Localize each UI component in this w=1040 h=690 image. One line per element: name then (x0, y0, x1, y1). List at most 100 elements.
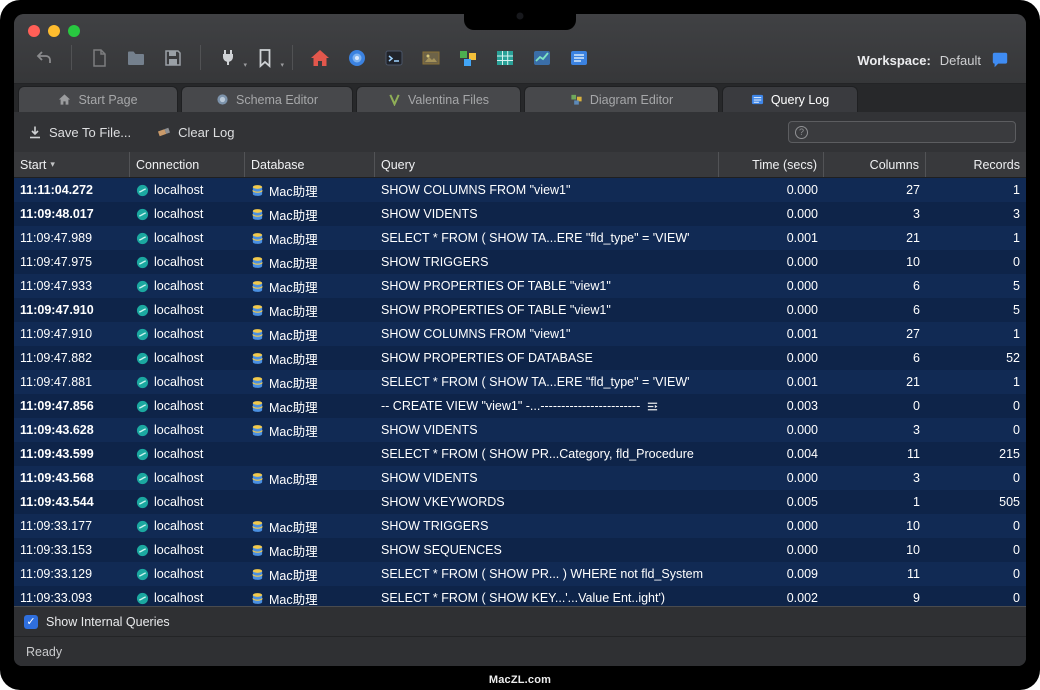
valentina-files-icon (388, 93, 401, 106)
search-input[interactable] (814, 124, 1009, 140)
chat-bubble-icon (991, 51, 1009, 69)
time-cell: 0.001 (719, 327, 824, 341)
database-cell: Mac助理 (245, 397, 375, 416)
columns-cell: 10 (824, 543, 926, 557)
query-log-row[interactable]: 11:09:33.153 localhost Mac助理 SHOW SEQUEN… (14, 538, 1026, 562)
connection-cell: localhost (130, 399, 245, 413)
column-header-start[interactable]: Start ▾ (14, 152, 130, 177)
connection-icon (136, 280, 149, 293)
database-icon (251, 400, 264, 413)
column-header-records[interactable]: Records (926, 152, 1026, 177)
query-log-row[interactable]: 11:11:04.272 localhost Mac助理 SHOW COLUMN… (14, 178, 1026, 202)
database-icon (251, 232, 264, 245)
search-help-icon: ? (795, 126, 808, 139)
query-log-row[interactable]: 11:09:43.599 localhost SELECT * FROM ( S… (14, 442, 1026, 466)
column-header-query[interactable]: Query (375, 152, 719, 177)
query-log-row[interactable]: 11:09:33.093 localhost Mac助理 SELECT * FR… (14, 586, 1026, 606)
bookmarks-button[interactable]: ▾ (253, 46, 277, 70)
database-cell: Mac助理 (245, 229, 375, 248)
query-log-row[interactable]: 11:09:47.910 localhost Mac助理 SHOW COLUMN… (14, 322, 1026, 346)
column-header-time[interactable]: Time (secs) (719, 152, 824, 177)
formatted-query-icon[interactable] (646, 400, 659, 413)
query-log-row[interactable]: 11:09:33.129 localhost Mac助理 SELECT * FR… (14, 562, 1026, 586)
tab-valentina-files[interactable]: Valentina Files (356, 86, 521, 112)
new-document-button[interactable] (87, 46, 111, 70)
connection-icon (136, 472, 149, 485)
connection-cell: localhost (130, 495, 245, 509)
start-page-button[interactable] (308, 46, 332, 70)
connection-icon (136, 184, 149, 197)
schema-editor-button[interactable] (345, 46, 369, 70)
query-cell: SHOW VIDENTS (375, 207, 719, 221)
reports-button[interactable] (530, 46, 554, 70)
clear-log-button[interactable]: Clear Log (157, 125, 234, 140)
query-log-row[interactable]: 11:09:48.017 localhost Mac助理 SHOW VIDENT… (14, 202, 1026, 226)
database-icon (251, 376, 264, 389)
records-cell: 5 (926, 279, 1026, 293)
show-internal-queries-label[interactable]: Show Internal Queries (46, 615, 170, 629)
database-icon (251, 568, 264, 581)
save-to-file-label: Save To File... (49, 125, 131, 140)
database-icon (251, 520, 264, 533)
database-cell: Mac助理 (245, 205, 375, 224)
time-cell: 0.002 (719, 591, 824, 605)
query-log-row[interactable]: 11:09:33.177 localhost Mac助理 SHOW TRIGGE… (14, 514, 1026, 538)
query-cell: SHOW PROPERTIES OF TABLE "view1" (375, 303, 719, 317)
column-header-database[interactable]: Database (245, 152, 375, 177)
records-cell: 5 (926, 303, 1026, 317)
query-log-row[interactable]: 11:09:47.881 localhost Mac助理 SELECT * FR… (14, 370, 1026, 394)
query-log-row[interactable]: 11:09:43.628 localhost Mac助理 SHOW VIDENT… (14, 418, 1026, 442)
query-log-row[interactable]: 11:09:47.933 localhost Mac助理 SHOW PROPER… (14, 274, 1026, 298)
sql-console-button[interactable] (382, 46, 406, 70)
open-folder-button[interactable] (124, 46, 148, 70)
feedback-button[interactable] (990, 50, 1010, 70)
tab-query-log[interactable]: Query Log (722, 86, 858, 112)
records-cell: 0 (926, 471, 1026, 485)
database-icon (251, 256, 264, 269)
bezel-brand-text: MacZL.com (0, 674, 1040, 686)
diagram-image-button[interactable] (419, 46, 443, 70)
query-log-row[interactable]: 11:09:47.989 localhost Mac助理 SELECT * FR… (14, 226, 1026, 250)
query-log-row[interactable]: 11:09:43.544 localhost SHOW VKEYWORDS 0.… (14, 490, 1026, 514)
time-cell: 0.000 (719, 351, 824, 365)
save-button[interactable] (161, 46, 185, 70)
records-cell: 0 (926, 399, 1026, 413)
workspace-value[interactable]: Default (940, 53, 981, 68)
database-icon (251, 472, 264, 485)
undo-button[interactable] (32, 46, 56, 70)
table-header: Start ▾ Connection Database Query Time (… (14, 152, 1026, 178)
column-header-columns[interactable]: Columns (824, 152, 926, 177)
workspace-selector: Workspace: Default (857, 50, 1010, 70)
connection-icon (136, 376, 149, 389)
connect-button[interactable]: ▾ (216, 46, 240, 70)
zoom-window-button[interactable] (68, 25, 80, 37)
connect-plug-icon (218, 48, 238, 68)
columns-cell: 21 (824, 375, 926, 389)
start-time-cell: 11:09:47.882 (14, 351, 130, 365)
clear-log-label: Clear Log (178, 125, 234, 140)
search-field[interactable]: ? (788, 121, 1016, 143)
time-cell: 0.000 (719, 303, 824, 317)
query-log-row[interactable]: 11:09:47.882 localhost Mac助理 SHOW PROPER… (14, 346, 1026, 370)
save-to-file-button[interactable]: Save To File... (28, 125, 131, 140)
query-log-button[interactable] (567, 46, 591, 70)
minimize-window-button[interactable] (48, 25, 60, 37)
query-cell: SHOW SEQUENCES (375, 543, 719, 557)
close-window-button[interactable] (28, 25, 40, 37)
time-cell: 0.000 (719, 207, 824, 221)
data-editor-button[interactable] (493, 46, 517, 70)
tab-schema-editor[interactable]: Schema Editor (181, 86, 353, 112)
camera-dot (517, 13, 524, 20)
query-cell: SELECT * FROM ( SHOW KEY...'...Value Ent… (375, 591, 719, 605)
tab-diagram-editor[interactable]: Diagram Editor (524, 86, 719, 112)
column-header-connection[interactable]: Connection (130, 152, 245, 177)
diagram-editor-button[interactable] (456, 46, 480, 70)
query-log-row[interactable]: 11:09:47.975 localhost Mac助理 SHOW TRIGGE… (14, 250, 1026, 274)
query-log-row[interactable]: 11:09:47.910 localhost Mac助理 SHOW PROPER… (14, 298, 1026, 322)
start-time-cell: 11:11:04.272 (14, 183, 130, 197)
tab-start-page[interactable]: Start Page (18, 86, 178, 112)
query-log-row[interactable]: 11:09:43.568 localhost Mac助理 SHOW VIDENT… (14, 466, 1026, 490)
columns-cell: 11 (824, 567, 926, 581)
query-log-row[interactable]: 11:09:47.856 localhost Mac助理 -- CREATE V… (14, 394, 1026, 418)
show-internal-queries-checkbox[interactable]: ✓ (24, 615, 38, 629)
